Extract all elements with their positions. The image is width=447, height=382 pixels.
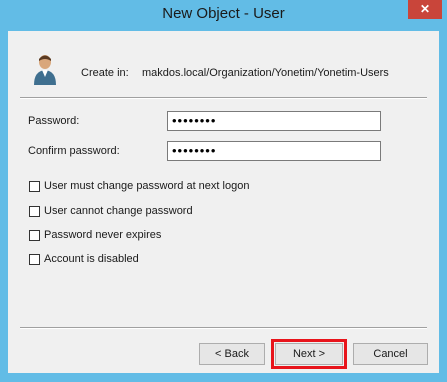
- cancel-button[interactable]: Cancel: [353, 343, 428, 365]
- next-button-highlight: [271, 339, 347, 369]
- checkbox[interactable]: [29, 229, 40, 241]
- option-cannot-change-password[interactable]: User cannot change password: [29, 204, 193, 218]
- checkbox-label: Password never expires: [44, 229, 162, 241]
- user-icon: [34, 55, 56, 85]
- checkbox-label: User cannot change password: [44, 205, 193, 217]
- checkbox[interactable]: [29, 205, 40, 217]
- dialog-window: New Object - User ✕ Create in: makdos.lo…: [0, 0, 447, 382]
- password-label: Password:: [28, 115, 80, 127]
- password-field[interactable]: ••••••••: [167, 111, 381, 131]
- option-password-never-expires[interactable]: Password never expires: [29, 228, 161, 242]
- dialog-client-area: Create in: makdos.local/Organization/Yon…: [8, 31, 439, 373]
- create-in-label: Create in:: [81, 67, 129, 79]
- checkbox-label: Account is disabled: [44, 253, 139, 265]
- confirm-password-field[interactable]: ••••••••: [167, 141, 381, 161]
- top-divider: [20, 97, 427, 99]
- checkbox[interactable]: [29, 180, 40, 192]
- bottom-divider: [20, 327, 427, 329]
- checkbox[interactable]: [29, 253, 40, 265]
- option-must-change-password[interactable]: User must change password at next logon: [29, 179, 249, 193]
- back-button[interactable]: < Back: [199, 343, 265, 365]
- option-account-disabled[interactable]: Account is disabled: [29, 252, 139, 266]
- window-title: New Object - User: [162, 5, 285, 22]
- close-button[interactable]: ✕: [408, 0, 442, 19]
- confirm-password-label: Confirm password:: [28, 145, 120, 157]
- create-in-path: makdos.local/Organization/Yonetim/Yoneti…: [142, 67, 389, 79]
- checkbox-label: User must change password at next logon: [44, 180, 250, 192]
